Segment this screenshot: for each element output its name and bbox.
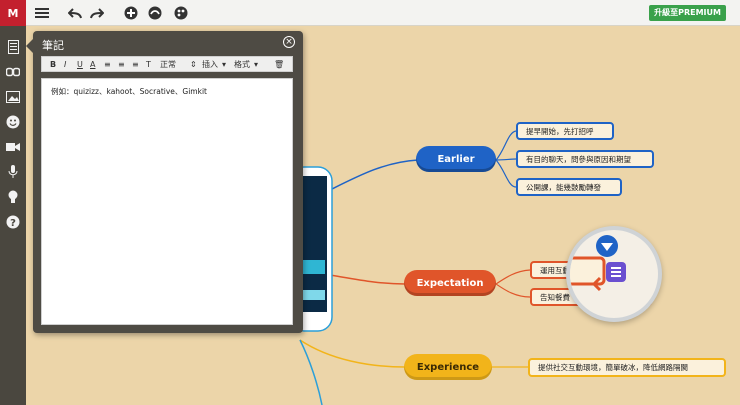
- add-circle-icon[interactable]: [122, 4, 140, 22]
- notes-editor[interactable]: 例如：quizizz、kahoot、Socrative、Gimkit: [41, 78, 293, 325]
- undo-icon[interactable]: [66, 4, 84, 22]
- top-toolbar: M 升級至PREMIUM: [0, 0, 740, 26]
- bold-button[interactable]: B: [50, 58, 56, 71]
- app-logo[interactable]: M: [0, 0, 26, 26]
- format-toolbar: B I U A ≡ ≡ ≡ T 正常 ⇕ 插入 ▾ 格式 ▾ 🗑: [41, 56, 293, 72]
- underline-button[interactable]: U: [77, 58, 83, 71]
- node-experience[interactable]: Experience: [404, 354, 492, 380]
- notes-content: 例如：quizizz、kahoot、Socrative、Gimkit: [51, 87, 207, 96]
- idea-icon[interactable]: [4, 188, 22, 206]
- emoji-icon[interactable]: [4, 113, 22, 131]
- zoom-magnifier: [566, 226, 662, 322]
- trash-icon[interactable]: 🗑: [274, 58, 284, 71]
- video-icon[interactable]: [4, 138, 22, 156]
- clear-format-icon[interactable]: T: [146, 58, 151, 71]
- image-icon[interactable]: [4, 88, 22, 106]
- leaf-earlier-1[interactable]: 提早開始，先打招呼: [516, 122, 614, 140]
- insert-menu[interactable]: 插入: [202, 58, 218, 71]
- node-earlier[interactable]: Earlier: [416, 146, 496, 172]
- leaf-earlier-2[interactable]: 有目的聊天，問參與原因和期望: [516, 150, 654, 168]
- leaf-experience-1[interactable]: 提供社交互動環境，簡單破冰，降低網路隔閡: [528, 358, 726, 377]
- left-sidebar: ?: [0, 26, 26, 405]
- notes-icon[interactable]: [4, 38, 22, 56]
- italic-button[interactable]: I: [64, 58, 66, 71]
- close-icon[interactable]: ×: [283, 36, 295, 48]
- numbered-list-icon[interactable]: ≡: [104, 58, 111, 71]
- format-menu[interactable]: 格式: [234, 58, 250, 71]
- style-select-arrow-icon[interactable]: ⇕: [190, 58, 197, 71]
- svg-text:?: ?: [10, 218, 16, 229]
- leaf-earlier-3[interactable]: 公開課，能幾鼓勵轉發: [516, 178, 622, 196]
- format-chevron-down-icon[interactable]: ▾: [254, 58, 258, 71]
- notes-title: 筆記: [42, 39, 64, 52]
- redo-icon[interactable]: [88, 4, 106, 22]
- hamburger-icon[interactable]: [33, 4, 51, 22]
- mic-icon[interactable]: [4, 163, 22, 181]
- palette-icon[interactable]: [172, 4, 190, 22]
- notes-panel: 筆記 × B I U A ≡ ≡ ≡ T 正常 ⇕ 插入 ▾ 格式 ▾ 🗑 例如…: [26, 31, 303, 333]
- upgrade-premium-button[interactable]: 升級至PREMIUM: [649, 5, 726, 21]
- align-icon[interactable]: ≡: [132, 58, 139, 71]
- help-icon[interactable]: ?: [4, 213, 22, 231]
- tilt-icon[interactable]: [146, 4, 164, 22]
- bullet-list-icon[interactable]: ≡: [118, 58, 125, 71]
- link-icon[interactable]: [4, 63, 22, 81]
- node-expectation[interactable]: Expectation: [404, 270, 496, 296]
- font-color-button[interactable]: A: [90, 58, 95, 71]
- insert-chevron-down-icon[interactable]: ▾: [222, 58, 226, 71]
- style-select[interactable]: 正常: [160, 58, 176, 71]
